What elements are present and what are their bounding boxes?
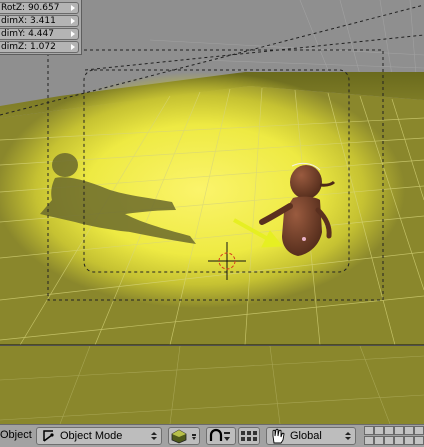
rotation-z-field[interactable]: RotZ: 90.657: [0, 2, 79, 14]
dimension-y-value: dimY: 4.447: [1, 29, 54, 39]
3d-viewport[interactable]: RotZ: 90.657 dimX: 3.411 dimY: 4.447 dim…: [0, 0, 424, 424]
transform-properties-panel: RotZ: 90.657 dimX: 3.411 dimY: 4.447 dim…: [0, 0, 82, 55]
layer-buttons[interactable]: [364, 426, 424, 447]
layer-13-button[interactable]: [384, 436, 394, 445]
transform-hand-icon: [272, 428, 285, 444]
shading-select[interactable]: [168, 427, 200, 445]
orientation-value: Global: [290, 430, 322, 442]
layer-15-button[interactable]: [404, 436, 414, 445]
object-mode-icon: [43, 430, 54, 442]
layer-5-button[interactable]: [404, 426, 414, 435]
mode-select-value: Object Mode: [60, 430, 123, 442]
rotation-z-value: RotZ: 90.657: [1, 3, 60, 13]
dimension-z-field[interactable]: dimZ: 1.072: [0, 41, 79, 53]
increment-arrow-icon[interactable]: [71, 5, 75, 11]
viewport-header: Object Object Mode Global: [0, 424, 424, 447]
layer-11-button[interactable]: [364, 436, 374, 445]
layer-2-button[interactable]: [374, 426, 384, 435]
dimension-x-value: dimX: 3.411: [1, 16, 56, 26]
snap-toggle[interactable]: [238, 427, 260, 445]
layer-1-button[interactable]: [364, 426, 374, 435]
mode-label: Object: [0, 429, 32, 441]
shading-solid-icon: [171, 429, 196, 444]
snap-icon: [241, 431, 257, 441]
increment-arrow-icon[interactable]: [71, 31, 75, 37]
layer-3-button[interactable]: [384, 426, 394, 435]
layer-16-button[interactable]: [414, 436, 424, 445]
mode-select[interactable]: Object Mode: [36, 427, 162, 445]
scene-view[interactable]: [0, 0, 424, 424]
dimension-x-field[interactable]: dimX: 3.411: [0, 15, 79, 27]
increment-arrow-icon[interactable]: [71, 44, 75, 50]
transform-orientation-select[interactable]: Global: [266, 427, 356, 445]
pivot-select[interactable]: [206, 427, 236, 445]
select-arrows-icon: [151, 432, 157, 440]
dimension-y-field[interactable]: dimY: 4.447: [0, 28, 79, 40]
pivot-icon: [209, 428, 230, 441]
layer-12-button[interactable]: [374, 436, 384, 445]
select-arrows-icon: [345, 432, 351, 440]
floor-below-frame: [0, 346, 424, 424]
dimension-z-value: dimZ: 1.072: [1, 42, 56, 52]
layer-6-button[interactable]: [414, 426, 424, 435]
layer-14-button[interactable]: [394, 436, 404, 445]
increment-arrow-icon[interactable]: [71, 18, 75, 24]
layer-4-button[interactable]: [394, 426, 404, 435]
